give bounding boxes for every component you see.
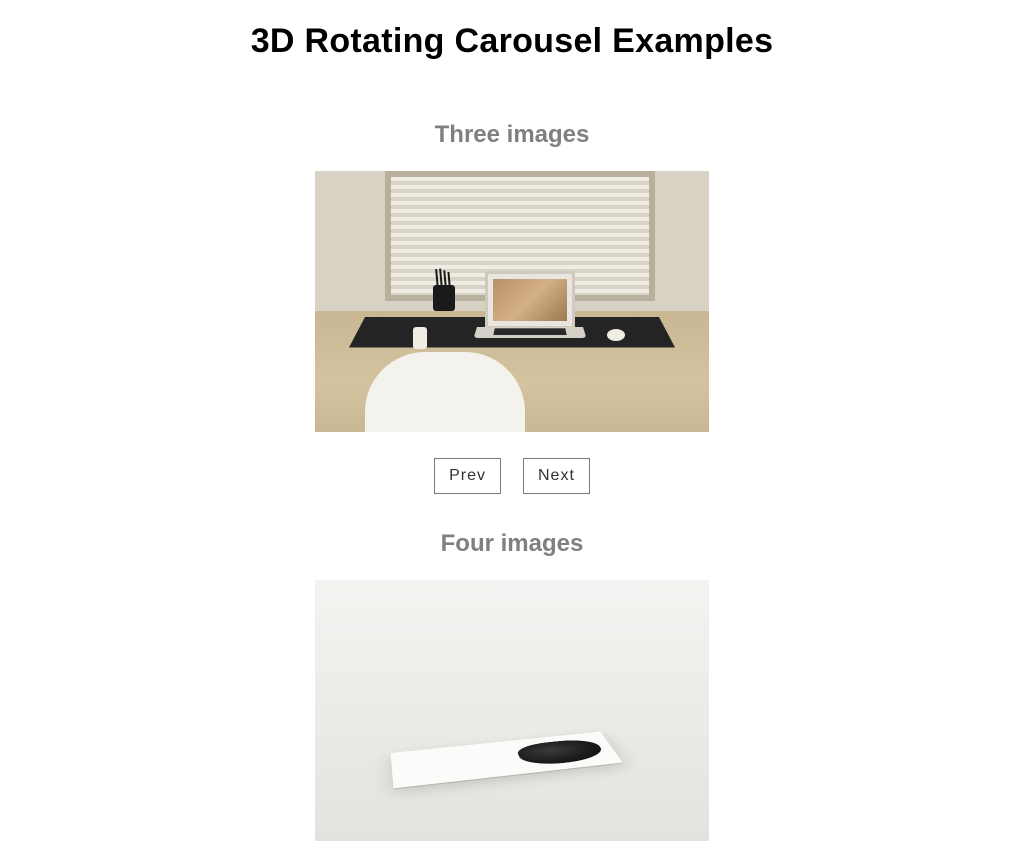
section-heading-four: Four images xyxy=(441,530,584,558)
section-heading-three: Three images xyxy=(435,121,590,149)
next-button[interactable]: Next xyxy=(523,458,590,494)
carousel-three-images xyxy=(315,171,709,432)
page-title: 3D Rotating Carousel Examples xyxy=(251,22,774,61)
prev-button[interactable]: Prev xyxy=(434,458,501,494)
carousel-image-desk xyxy=(315,171,709,432)
page-container: 3D Rotating Carousel Examples Three imag… xyxy=(0,0,1024,841)
carousel-image-book xyxy=(315,580,709,841)
carousel-controls: Prev Next xyxy=(434,458,590,494)
carousel-four-images xyxy=(315,580,709,841)
